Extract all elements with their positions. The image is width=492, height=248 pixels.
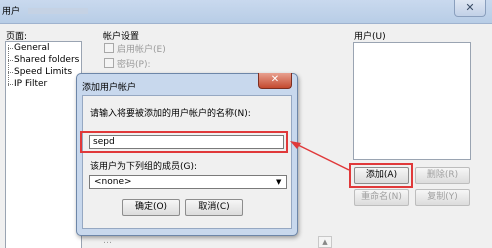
- annotation-arrow: [290, 141, 350, 171]
